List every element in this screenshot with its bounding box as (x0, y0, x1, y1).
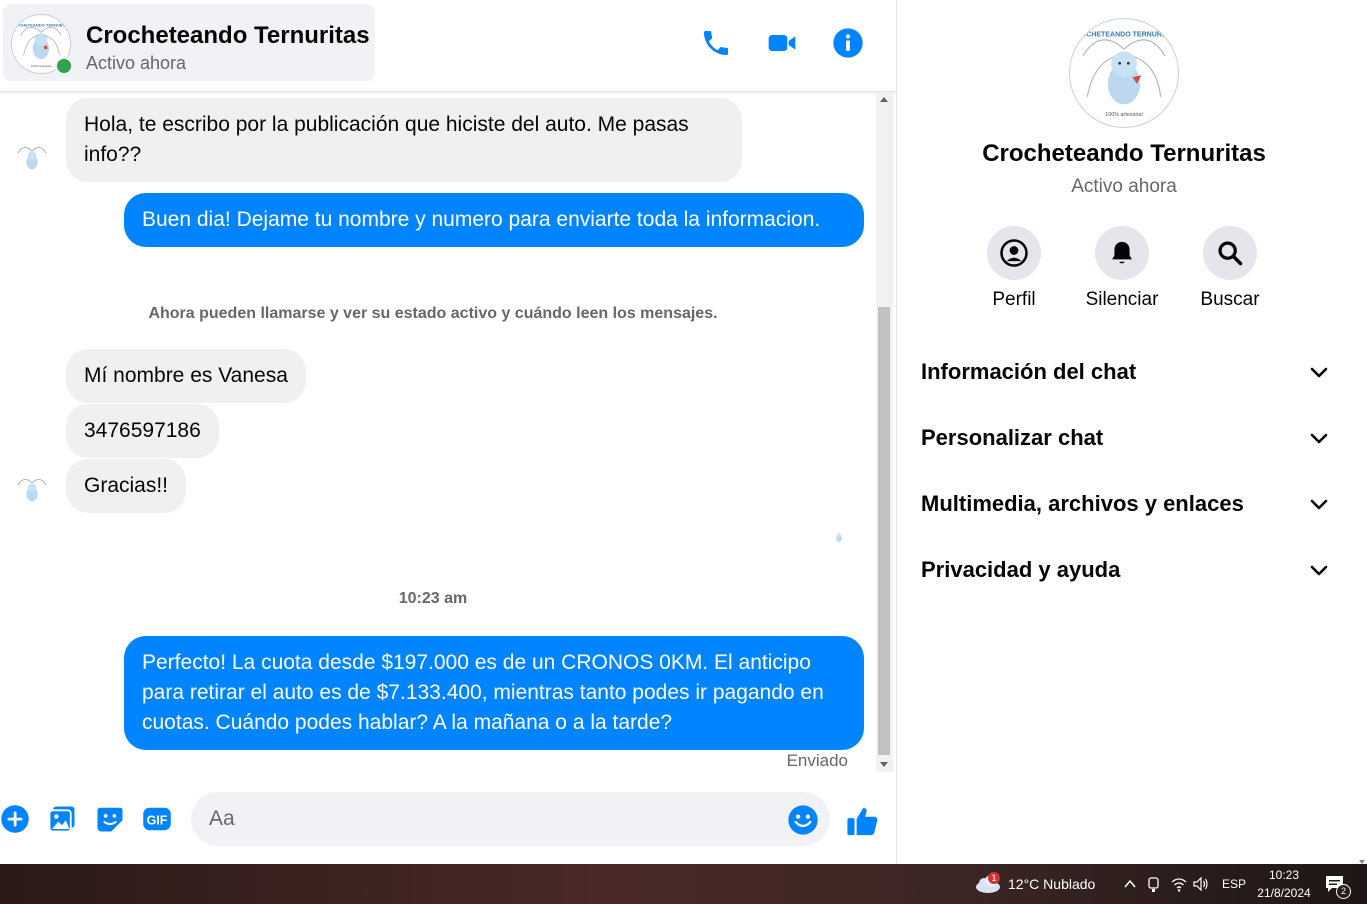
sender-avatar (12, 139, 52, 179)
message-outgoing[interactable]: Buen dia! Dejame tu nombre y numero para… (124, 193, 864, 247)
search-icon (1218, 241, 1243, 266)
message-incoming[interactable]: 3476597186 (66, 404, 219, 458)
plus-icon[interactable] (0, 804, 32, 836)
gif-icon[interactable]: GIF (142, 804, 174, 836)
contact-status: Activo ahora (86, 53, 187, 73)
contact-name: Crocheteando Ternuritas (86, 22, 370, 49)
search-button[interactable]: Buscar (1175, 226, 1285, 311)
svg-text:GIF: GIF (147, 814, 168, 828)
volume-icon[interactable] (1192, 875, 1210, 893)
system-notice: Ahora pueden llamarse y ver su estado ac… (148, 305, 718, 322)
weather-text[interactable]: 12°C Nublado (1008, 876, 1095, 892)
clock-time[interactable]: 10:23 (1256, 868, 1312, 882)
avatar-caption: 100% artesanal (31, 64, 51, 68)
chevron-down-icon (1310, 433, 1328, 444)
read-receipt-image (830, 528, 848, 546)
section-customize-chat[interactable]: Personalizar chat (921, 418, 1331, 458)
message-incoming[interactable]: Hola, te escribo por la publicación que … (66, 98, 742, 182)
sender-avatar (12, 471, 52, 511)
chevron-down-icon (1310, 499, 1328, 510)
message-outgoing[interactable]: Perfecto! La cuota desde $197.000 es de … (124, 636, 864, 750)
like-thumbs-up-icon[interactable] (846, 804, 878, 836)
weather-cloud-icon[interactable]: 1 (974, 872, 1002, 896)
chat-details-sidebar: CROCHETEANDO TERNURITAS 100% artesanal C… (896, 0, 1367, 864)
sidebar-scroll-down-icon[interactable] (1357, 854, 1367, 864)
message-list[interactable]: Hola, te escribo por la publicación que … (0, 92, 876, 772)
sidebar-contact-name: Crocheteando Ternuritas (982, 140, 1266, 167)
sender-avatar-image (12, 139, 52, 179)
message-incoming[interactable]: Gracias!! (66, 459, 187, 513)
read-receipt-avatar (830, 528, 848, 546)
section-chat-info[interactable]: Información del chat (921, 352, 1331, 392)
bell-icon (1112, 241, 1132, 264)
message-composer: GIF (0, 780, 896, 864)
message-timestamp: 10:23 am (398, 590, 468, 607)
search-icon-wrap (1203, 226, 1257, 280)
profile-icon (1000, 239, 1028, 267)
sidebar-avatar-image: CROCHETEANDO TERNURITAS 100% artesanal (1071, 20, 1178, 126)
notification-count: 2 (1336, 884, 1351, 899)
section-label: Privacidad y ayuda (921, 557, 1121, 582)
language-indicator[interactable]: ESP (1222, 877, 1246, 891)
message-incoming[interactable]: Mí nombre es Vanesa (66, 349, 306, 403)
profile-label: Perfil (992, 289, 1036, 310)
sidebar-avatar-caption: 100% artesanal (1105, 112, 1142, 118)
profile-button[interactable]: Perfil (959, 226, 1069, 311)
sidebar-contact-status: Activo ahora (1071, 176, 1177, 197)
profile-icon-wrap (987, 226, 1041, 280)
notification-center-icon[interactable]: 2 (1324, 873, 1351, 899)
section-privacy-help[interactable]: Privacidad y ayuda (921, 550, 1331, 590)
chevron-down-icon (1310, 565, 1328, 576)
chevron-down-icon (1310, 367, 1328, 378)
chat-panel: CROCHETEANDO TERNURITAS 100% artesanal C… (0, 0, 896, 864)
online-indicator (55, 57, 73, 75)
weather-badge: 1 (988, 872, 1000, 884)
emoji-icon[interactable] (787, 804, 819, 836)
chat-header: CROCHETEANDO TERNURITAS 100% artesanal C… (0, 0, 896, 92)
scroll-thumb[interactable] (878, 307, 890, 755)
video-call-icon[interactable] (766, 27, 798, 59)
avatar-brand-text: CROCHETEANDO TERNURITAS (12, 23, 70, 28)
windows-taskbar: 1 12°C Nublado ESP 10:23 21/8/2024 2 (0, 864, 1367, 904)
phone-call-icon[interactable] (700, 27, 732, 59)
info-icon[interactable] (832, 27, 864, 59)
chat-scrollbar[interactable] (876, 92, 893, 772)
sticker-icon[interactable] (95, 804, 127, 836)
mute-label: Silenciar (1085, 289, 1159, 310)
sender-avatar-image (12, 471, 52, 511)
search-label: Buscar (1200, 289, 1260, 310)
message-input[interactable] (191, 792, 830, 846)
mute-button[interactable]: Silenciar (1067, 226, 1177, 311)
contact-card[interactable]: CROCHETEANDO TERNURITAS 100% artesanal C… (3, 4, 375, 81)
chevron-up-icon[interactable] (1122, 876, 1138, 892)
section-label: Personalizar chat (921, 425, 1104, 450)
sidebar-contact-avatar[interactable]: CROCHETEANDO TERNURITAS 100% artesanal (1069, 18, 1179, 128)
gallery-icon[interactable] (47, 804, 79, 836)
clock-date[interactable]: 21/8/2024 (1252, 886, 1316, 900)
delivery-status: Enviado (786, 751, 848, 770)
wifi-icon[interactable] (1170, 875, 1188, 893)
section-label: Información del chat (921, 359, 1137, 384)
section-media-files-links[interactable]: Multimedia, archivos y enlaces (921, 484, 1331, 524)
scroll-down-arrow-icon[interactable] (880, 762, 888, 767)
scroll-up-arrow-icon[interactable] (880, 97, 888, 102)
meet-camera-icon[interactable] (1146, 875, 1162, 893)
sidebar-avatar-brand-text: CROCHETEANDO TERNURITAS (1071, 31, 1178, 38)
section-label: Multimedia, archivos y enlaces (921, 491, 1244, 516)
mute-icon-wrap (1095, 226, 1149, 280)
